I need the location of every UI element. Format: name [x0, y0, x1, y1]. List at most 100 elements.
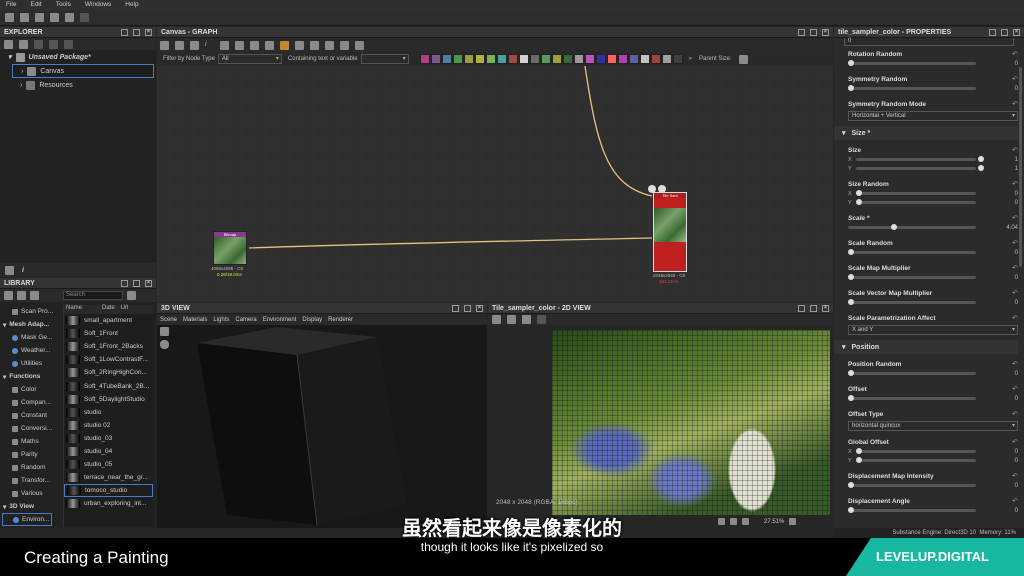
- graph-float-icon[interactable]: [810, 28, 817, 36]
- property-slider[interactable]: [856, 190, 976, 196]
- properties-scrollbar[interactable]: [1019, 67, 1022, 267]
- view2d-close-icon[interactable]: ×: [822, 304, 829, 312]
- library-close-icon[interactable]: ×: [145, 279, 152, 287]
- property-slider[interactable]: [848, 274, 976, 280]
- node-type-swatch[interactable]: [441, 54, 452, 64]
- node-type-swatch[interactable]: [562, 54, 573, 64]
- category-item[interactable]: Constant: [0, 409, 62, 422]
- output-icon[interactable]: [648, 185, 656, 193]
- category-item[interactable]: Utilities: [0, 357, 62, 370]
- library-item[interactable]: Soft_1Front: [64, 327, 153, 340]
- uv-icon[interactable]: [537, 315, 546, 324]
- category-item[interactable]: ▾ Mesh Adap...: [0, 318, 62, 331]
- slider-knob[interactable]: [856, 457, 862, 463]
- node-type-swatch[interactable]: [639, 54, 650, 64]
- upload-icon[interactable]: [34, 39, 43, 49]
- rotate-icon[interactable]: [310, 40, 319, 50]
- property-value[interactable]: 0: [1015, 61, 1018, 67]
- package-row[interactable]: ▾ Unsaved Package*: [0, 50, 156, 64]
- reset-icon[interactable]: ↶: [1012, 50, 1018, 58]
- category-item[interactable]: Compan...: [0, 396, 62, 409]
- filter-dropdown[interactable]: All: [217, 54, 282, 64]
- export-icon[interactable]: [64, 39, 73, 49]
- view3d-menu-camera[interactable]: Camera: [235, 317, 256, 323]
- node-icon[interactable]: [265, 40, 274, 50]
- contains-dropdown[interactable]: [360, 54, 409, 64]
- library-pin-icon[interactable]: [121, 279, 128, 287]
- library-item[interactable]: Soft_4TubeBank_2B...: [64, 379, 153, 392]
- property-value[interactable]: 1: [1015, 166, 1018, 172]
- node-type-swatch[interactable]: [507, 54, 518, 64]
- slider-knob[interactable]: [978, 156, 984, 162]
- category-item[interactable]: ▾ Functions: [0, 370, 62, 383]
- settings-icon[interactable]: [20, 13, 29, 22]
- property-slider[interactable]: [848, 299, 976, 305]
- crop-icon[interactable]: [355, 40, 364, 50]
- category-item[interactable]: Transfor...: [0, 474, 62, 487]
- library-item[interactable]: studio_05: [64, 458, 153, 471]
- slider-knob[interactable]: [848, 395, 854, 401]
- col-name[interactable]: Name: [66, 305, 82, 314]
- node-type-swatch[interactable]: [529, 54, 540, 64]
- view3d-menu-renderer[interactable]: Renderer: [328, 317, 353, 323]
- view3d-menu-lights[interactable]: Lights: [213, 317, 229, 323]
- view2d-float-icon[interactable]: [810, 304, 817, 312]
- info-icon[interactable]: i: [22, 267, 24, 274]
- property-dropdown[interactable]: X and Y: [848, 325, 1018, 335]
- property-slider[interactable]: [848, 370, 976, 376]
- library-item[interactable]: Soft_5DaylightStudio: [64, 393, 153, 406]
- reset-icon[interactable]: ↶: [1012, 100, 1018, 108]
- undo-icon[interactable]: [65, 13, 74, 22]
- close-icon[interactable]: ×: [145, 28, 152, 36]
- frame-icon[interactable]: [160, 40, 169, 50]
- view3d-menu-materials[interactable]: Materials: [183, 317, 207, 323]
- slider-knob[interactable]: [890, 224, 897, 230]
- library-item[interactable]: Soft_2RingHighCon...: [64, 366, 153, 379]
- node-type-swatch[interactable]: [452, 54, 463, 64]
- link-icon[interactable]: [49, 39, 58, 49]
- tree-item-canvas[interactable]: › Canvas: [12, 64, 154, 78]
- property-slider[interactable]: [848, 482, 976, 488]
- property-dropdown[interactable]: horizontal quincux: [848, 421, 1018, 431]
- property-dropdown[interactable]: Horizontal + Vertical: [848, 111, 1018, 121]
- node-type-swatch[interactable]: [419, 54, 430, 64]
- node-type-swatch[interactable]: [595, 54, 606, 64]
- category-item[interactable]: Parity: [0, 448, 62, 461]
- reset-icon[interactable]: ↶: [1012, 472, 1018, 480]
- category-item[interactable]: Color: [0, 383, 62, 396]
- pen-icon[interactable]: [30, 291, 39, 300]
- slider-knob[interactable]: [856, 448, 862, 454]
- node-type-swatch[interactable]: [606, 54, 617, 64]
- category-item[interactable]: Random: [0, 461, 62, 474]
- property-slider[interactable]: [856, 156, 984, 162]
- node-type-swatch[interactable]: [540, 54, 551, 64]
- library-item[interactable]: urban_exploring_int...: [64, 497, 153, 510]
- view3d-float-icon[interactable]: [464, 304, 471, 312]
- library-float-icon[interactable]: [133, 279, 140, 287]
- menu-windows[interactable]: Windows: [85, 1, 111, 9]
- category-item[interactable]: Weather...: [0, 344, 62, 357]
- node-type-swatch[interactable]: [672, 54, 683, 64]
- reset-icon[interactable]: ↶: [1012, 264, 1018, 272]
- reset-icon[interactable]: ↶: [1012, 214, 1018, 222]
- link-chain-icon[interactable]: [738, 54, 748, 64]
- view3d-menu-environment[interactable]: Environment: [263, 317, 297, 323]
- reset-icon[interactable]: ↶: [1012, 75, 1018, 83]
- graph-icon[interactable]: [4, 39, 13, 49]
- slider-knob[interactable]: [848, 60, 854, 66]
- reset-icon[interactable]: ↶: [1012, 385, 1018, 393]
- property-slider[interactable]: [856, 457, 976, 463]
- align-icon[interactable]: [220, 40, 229, 50]
- reset-icon[interactable]: ↶: [1012, 289, 1018, 297]
- library-item[interactable]: Soft_1Front_2Backs: [64, 340, 153, 353]
- section-collapse-icon[interactable]: ▾: [842, 343, 846, 351]
- library-item[interactable]: terrace_near_the_gr...: [64, 471, 153, 484]
- palette-more-icon[interactable]: »: [689, 56, 692, 62]
- export-image-icon[interactable]: [522, 315, 531, 324]
- tree-icon[interactable]: [295, 40, 304, 50]
- node-type-swatch[interactable]: [617, 54, 628, 64]
- fit-icon[interactable]: [492, 315, 501, 324]
- new-file-icon[interactable]: [5, 13, 14, 22]
- node-type-swatch[interactable]: [584, 54, 595, 64]
- grid-icon[interactable]: [250, 40, 259, 50]
